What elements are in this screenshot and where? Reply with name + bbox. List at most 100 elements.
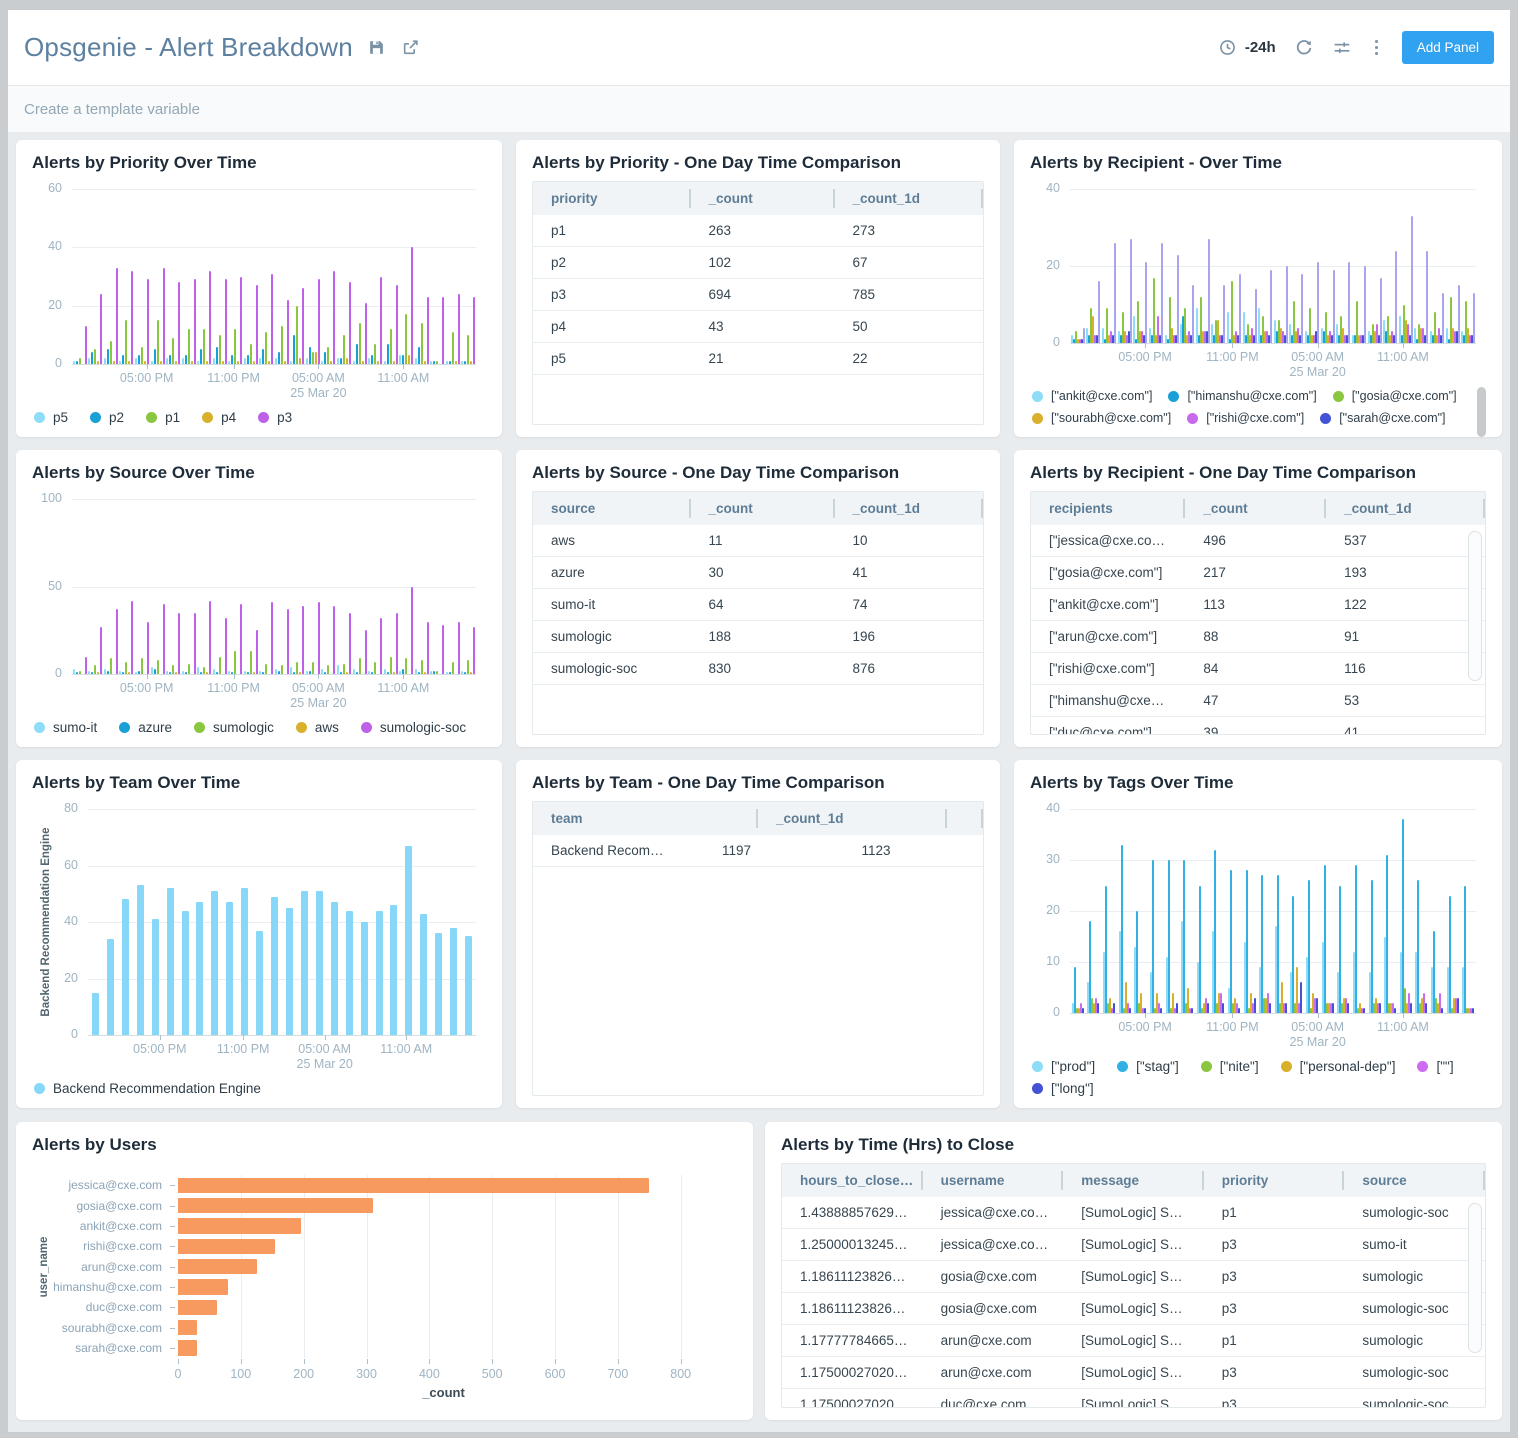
table-scrollbar-thumb[interactable] <box>1468 1203 1482 1353</box>
add-panel-button[interactable]: Add Panel <box>1402 31 1494 64</box>
legend-item[interactable]: sumologic <box>194 720 274 735</box>
column-header[interactable]: _count_1d <box>835 492 984 525</box>
bar <box>196 902 203 1035</box>
table-scrollbar-thumb[interactable] <box>1468 531 1482 681</box>
y-axis-label: user_name <box>38 1236 50 1297</box>
bar <box>299 358 301 364</box>
bar <box>458 622 460 675</box>
bar <box>1254 998 1256 1013</box>
bar <box>420 914 427 1036</box>
legend-item[interactable]: p3 <box>258 410 292 425</box>
legend-item[interactable]: ["rishi@cxe.com"] <box>1187 411 1304 425</box>
panel-body: 01020304005:00 PM11:00 PM05:00 AM25 Mar … <box>1030 801 1486 1096</box>
column-header[interactable]: message <box>1063 1164 1204 1197</box>
bar <box>473 627 475 674</box>
bar <box>259 358 261 364</box>
legend-item[interactable]: p5 <box>34 410 68 425</box>
bar <box>1292 896 1294 1013</box>
legend-label: sumologic-soc <box>380 720 466 735</box>
legend-item[interactable]: aws <box>296 720 339 735</box>
bar <box>368 671 370 675</box>
legend-item[interactable]: ["stag"] <box>1117 1059 1179 1074</box>
time-range-control[interactable]: -24h <box>1218 38 1276 58</box>
column-header[interactable]: _count_1d <box>758 802 947 835</box>
column-header[interactable]: _count <box>691 182 835 215</box>
legend-item[interactable]: Backend Recommendation Engine <box>34 1081 261 1096</box>
column-header[interactable]: priority <box>533 182 691 215</box>
column-header[interactable]: _count_1d <box>1326 492 1485 525</box>
more-options-icon[interactable] <box>1370 38 1384 58</box>
bar <box>433 361 435 364</box>
legend-dot-icon <box>34 1083 45 1094</box>
legend-item[interactable]: sumologic-soc <box>361 720 466 735</box>
legend-item[interactable]: ["prod"] <box>1032 1059 1095 1074</box>
column-header[interactable]: recipients <box>1031 492 1185 525</box>
bar <box>435 933 442 1035</box>
legend-item[interactable]: p2 <box>90 410 124 425</box>
legend-item[interactable]: p1 <box>146 410 180 425</box>
column-header[interactable]: priority <box>1204 1164 1345 1197</box>
legend-label: ["gosia@cxe.com"] <box>1352 389 1457 403</box>
table-cell: 88 <box>1185 621 1326 652</box>
legend-label: sumologic <box>213 720 274 735</box>
panel-title: Alerts by Team - One Day Time Comparison <box>532 773 984 793</box>
bar <box>250 651 252 674</box>
gridline <box>72 189 476 190</box>
column-header[interactable]: _count <box>691 492 835 525</box>
legend-item[interactable]: ["nite"] <box>1201 1059 1259 1074</box>
bar <box>228 361 230 364</box>
column-header[interactable] <box>947 802 983 835</box>
create-template-variable-label[interactable]: Create a template variable <box>24 101 200 118</box>
panel-body: 0100200300400500600700800jessica@cxe.com… <box>32 1163 737 1408</box>
legend-item[interactable]: [""] <box>1417 1059 1453 1074</box>
bar <box>178 1239 275 1254</box>
column-header[interactable]: source <box>533 492 691 525</box>
bar <box>194 279 196 364</box>
legend-item[interactable]: ["personal-dep"] <box>1281 1059 1396 1074</box>
bar <box>1223 285 1225 343</box>
legend-item[interactable]: sumo-it <box>34 720 97 735</box>
legend-item[interactable]: p4 <box>202 410 236 425</box>
bar <box>312 352 314 364</box>
x-tick-label: 11:00 AM <box>1343 1020 1463 1034</box>
table-cell: 496 <box>1185 525 1326 556</box>
column-header[interactable]: username <box>923 1164 1064 1197</box>
table-cell: sumologic-soc <box>1344 1293 1485 1324</box>
legend-item[interactable]: ["sarah@cxe.com"] <box>1320 411 1445 425</box>
bar <box>384 669 386 674</box>
bar <box>151 361 153 364</box>
table-cell: 1.17777784665… <box>782 1325 923 1356</box>
column-header[interactable]: hours_to_close… <box>782 1164 923 1197</box>
legend-item[interactable]: ["sourabh@cxe.com"] <box>1032 411 1171 425</box>
column-header[interactable]: _count_1d <box>835 182 984 215</box>
column-header[interactable]: team <box>533 802 758 835</box>
legend-label: [""] <box>1436 1059 1453 1074</box>
y-tick-mark <box>170 1226 175 1227</box>
save-icon[interactable] <box>367 38 387 58</box>
x-tick-label: 11:00 AM <box>1343 350 1463 364</box>
legend-item[interactable]: ["ankit@cxe.com"] <box>1032 389 1152 403</box>
y-tick-label: 20 <box>32 298 62 312</box>
column-header[interactable]: _count <box>1185 492 1326 525</box>
legend-scrollbar-thumb[interactable] <box>1477 387 1486 437</box>
table-row: 1.43888857629…jessica@cxe.co…[SumoLogic]… <box>782 1197 1485 1229</box>
legend-dot-icon <box>1032 413 1043 424</box>
bar <box>1308 880 1310 1013</box>
bar <box>73 361 75 364</box>
bar <box>259 671 261 675</box>
legend-label: p5 <box>53 410 68 425</box>
legend-item[interactable]: ["long"] <box>1032 1081 1094 1096</box>
share-icon[interactable] <box>401 38 421 58</box>
bar <box>333 271 335 364</box>
category-label: rishi@cxe.com <box>32 1239 162 1253</box>
table-cell: sumologic <box>1344 1261 1485 1292</box>
legend-item[interactable]: ["himanshu@cxe.com"] <box>1168 389 1316 403</box>
table-cell: 263 <box>691 215 835 246</box>
legend-item[interactable]: ["gosia@cxe.com"] <box>1333 389 1457 403</box>
refresh-icon[interactable] <box>1294 38 1314 58</box>
bar <box>427 297 429 364</box>
legend-item[interactable]: azure <box>119 720 172 735</box>
column-header[interactable]: source <box>1344 1164 1485 1197</box>
template-variable-bar[interactable]: Create a template variable <box>8 86 1510 133</box>
filter-sliders-icon[interactable] <box>1332 38 1352 58</box>
